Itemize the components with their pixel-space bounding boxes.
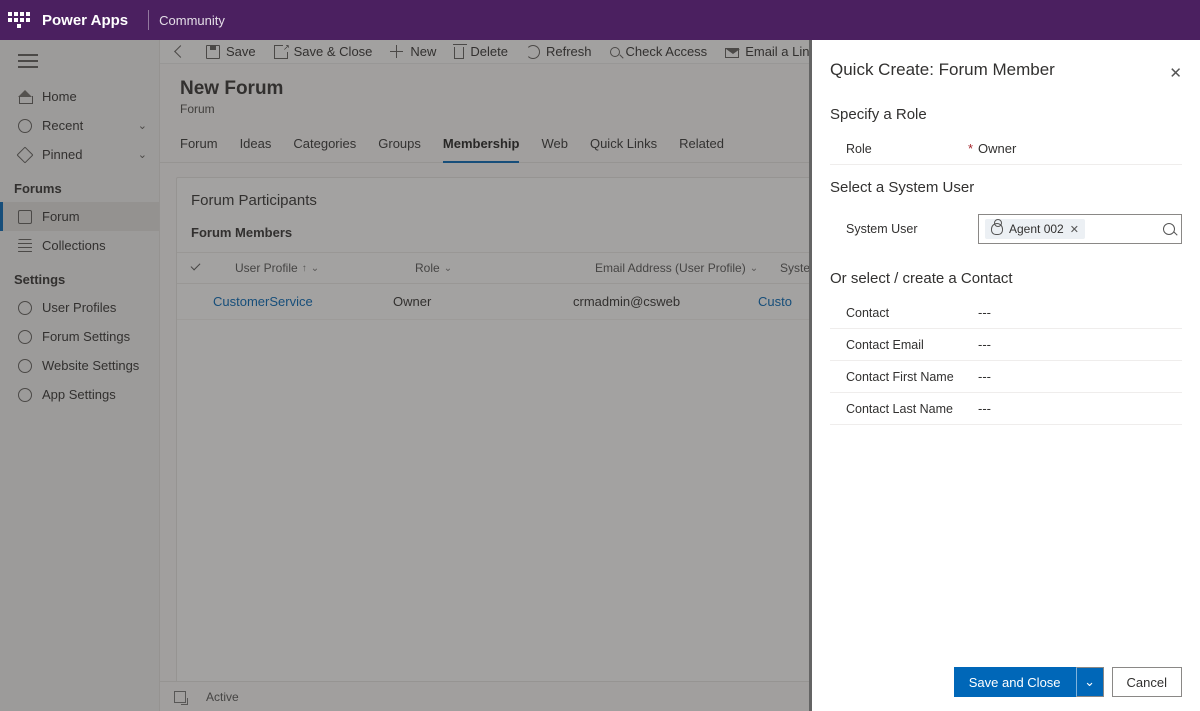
system-user-lookup[interactable]: Agent 002 ✕ <box>978 214 1182 244</box>
field-contact-email[interactable]: Contact Email --- <box>830 329 1182 361</box>
cancel-button[interactable]: Cancel <box>1112 667 1182 697</box>
brand-label: Power Apps <box>42 12 128 29</box>
close-button[interactable]: ✕ <box>1169 64 1182 82</box>
field-label: Contact Last Name <box>830 402 968 416</box>
required-icon: * <box>968 141 978 156</box>
save-and-close-button[interactable]: Save and Close <box>954 667 1076 697</box>
field-label: Role <box>830 142 968 156</box>
field-system-user: System User Agent 002 ✕ <box>830 206 1182 252</box>
section-system-user: Select a System User <box>830 179 1182 196</box>
field-value: --- <box>978 305 1182 320</box>
field-value: --- <box>978 369 1182 384</box>
quick-create-panel: Quick Create: Forum Member ✕ Specify a R… <box>809 40 1200 711</box>
panel-title: Quick Create: Forum Member <box>830 60 1182 80</box>
section-specify-role: Specify a Role <box>830 106 1182 123</box>
field-contact[interactable]: Contact --- <box>830 297 1182 329</box>
field-role[interactable]: Role * Owner <box>830 133 1182 165</box>
field-value: --- <box>978 337 1182 352</box>
field-label: Contact Email <box>830 338 968 352</box>
field-label: Contact First Name <box>830 370 968 384</box>
chip-remove-icon[interactable]: ✕ <box>1070 223 1079 236</box>
field-value: --- <box>978 401 1182 416</box>
save-dropdown-button[interactable]: ⌄ <box>1076 667 1104 697</box>
field-label: Contact <box>830 306 968 320</box>
environment-label: Community <box>159 13 225 28</box>
field-label: System User <box>830 222 968 236</box>
section-contact: Or select / create a Contact <box>830 270 1182 287</box>
search-icon[interactable] <box>1163 223 1175 235</box>
person-icon <box>991 223 1003 235</box>
chip-text: Agent 002 <box>1009 222 1064 236</box>
app-launcher-icon[interactable] <box>8 9 30 31</box>
global-header: Power Apps Community <box>0 0 1200 40</box>
field-contact-last[interactable]: Contact Last Name --- <box>830 393 1182 425</box>
lookup-chip: Agent 002 ✕ <box>985 219 1085 239</box>
panel-footer: Save and Close ⌄ Cancel <box>830 667 1182 697</box>
field-value: Owner <box>978 141 1182 156</box>
field-contact-first[interactable]: Contact First Name --- <box>830 361 1182 393</box>
divider <box>148 10 149 30</box>
